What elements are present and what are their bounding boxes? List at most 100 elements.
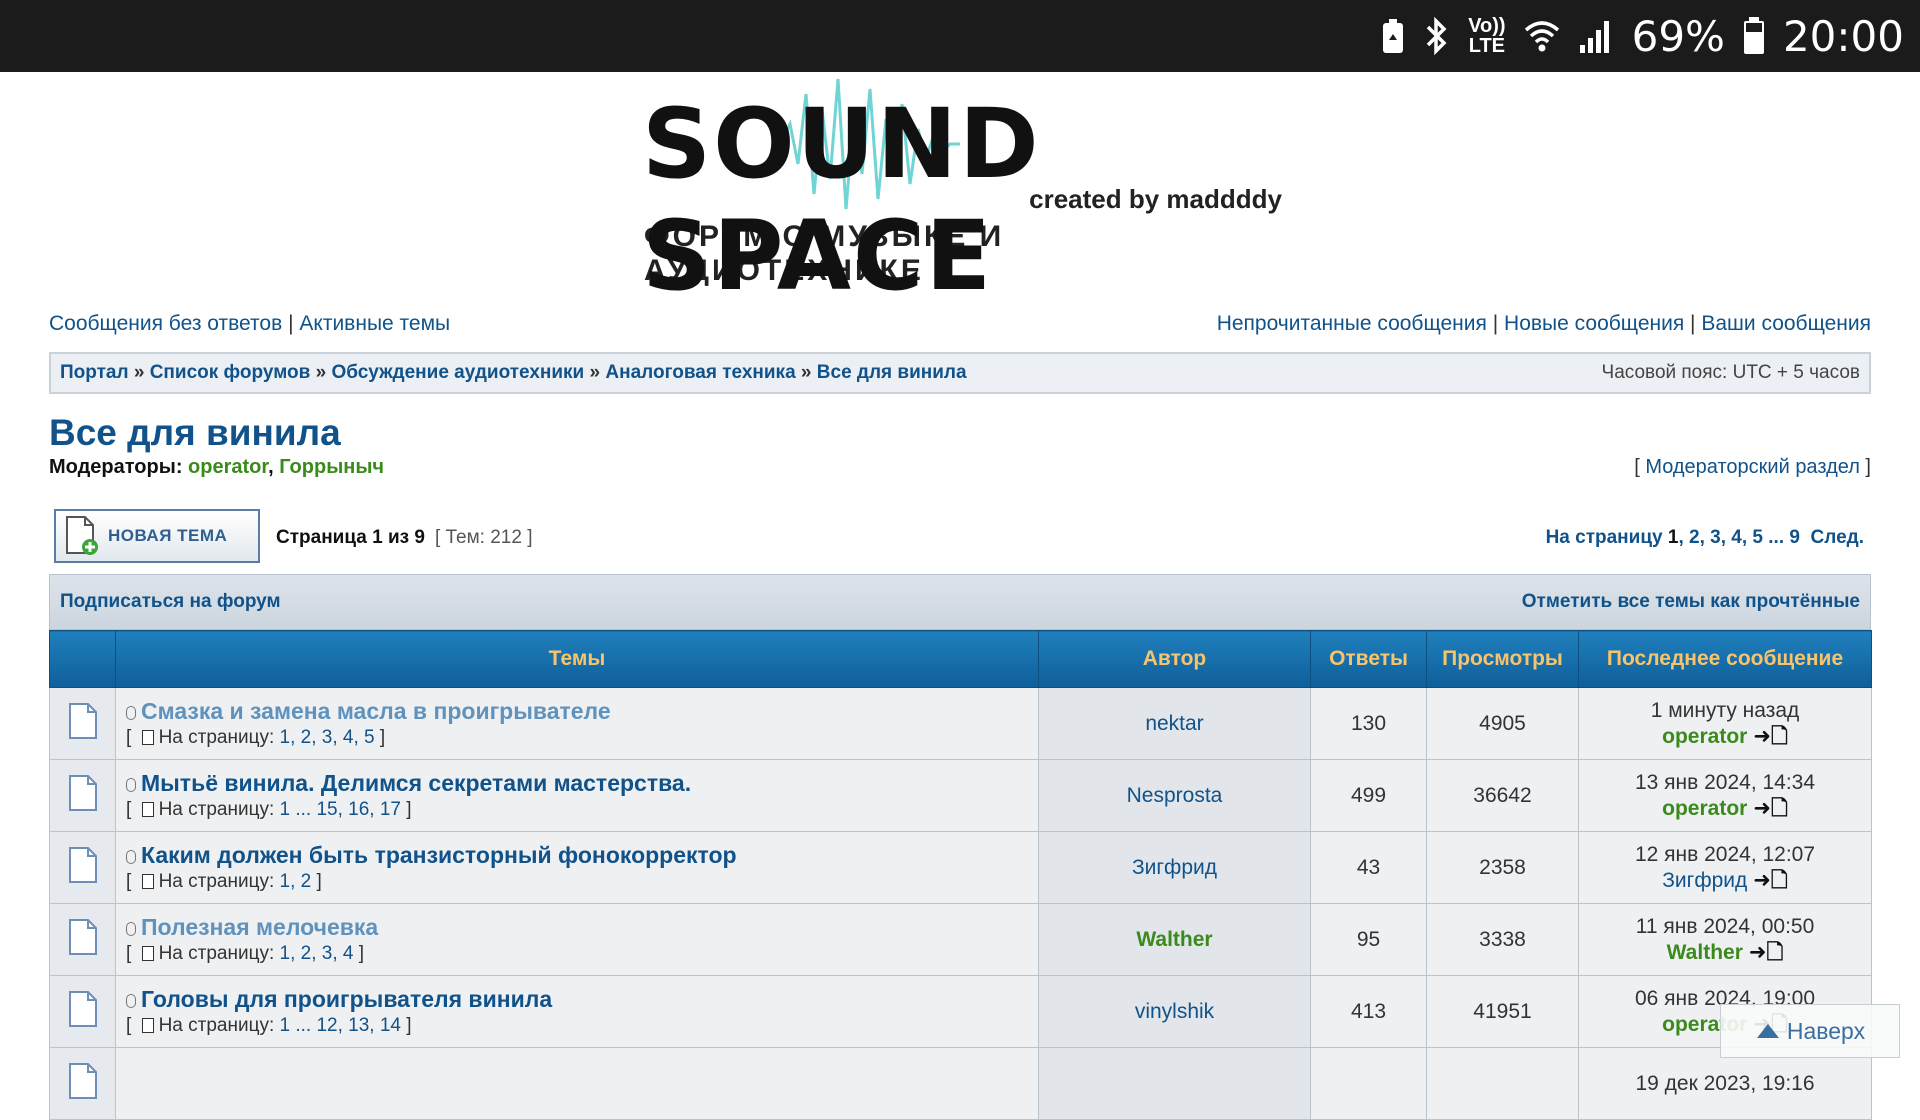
- table-row: Смазка и замена масла в проигрывателе [ Н…: [49, 687, 1872, 760]
- breadcrumb-analog[interactable]: Аналоговая техника: [605, 362, 795, 383]
- topic-pages: [ На страницу: 1, 2, 3, 4, 5 ]: [126, 727, 386, 748]
- last-post-cell: 1 минуту назад operator ➜🗋: [1578, 687, 1872, 760]
- topic-page-links[interactable]: 1, 2: [280, 871, 312, 892]
- your-posts-link[interactable]: Ваши сообщения: [1701, 312, 1871, 335]
- author-link[interactable]: nektar: [1145, 712, 1203, 735]
- topic-title-link[interactable]: Смазка и замена масла в проигрывателе: [141, 698, 611, 724]
- author-cell: Nesprosta: [1038, 759, 1311, 832]
- back-to-top-button[interactable]: Наверх: [1720, 1004, 1900, 1058]
- topic-title-link[interactable]: Головы для проигрывателя винила: [141, 986, 552, 1012]
- unanswered-posts-link[interactable]: Сообщения без ответов: [49, 312, 282, 335]
- views-cell: 2358: [1426, 831, 1579, 904]
- logo-subtitle: created by maddddy: [1029, 184, 1282, 214]
- timezone-label: Часовой пояс: UTC + 5 часов: [1601, 362, 1860, 383]
- topic-title-link[interactable]: Каким должен быть транзисторный фонокорр…: [141, 842, 737, 868]
- topic-status-cell: [49, 903, 116, 976]
- page-link-5[interactable]: 5: [1752, 527, 1763, 548]
- views-cell: [1426, 1047, 1579, 1120]
- moderator-section-link[interactable]: Модераторский раздел: [1645, 456, 1860, 478]
- topics-table: Темы Автор Ответы Просмотры Последнее со…: [49, 630, 1872, 1120]
- author-link[interactable]: Зигфрид: [1132, 856, 1217, 879]
- last-post-author[interactable]: Зигфрид: [1662, 869, 1747, 892]
- last-post-time: 12 янв 2024, 12:07: [1634, 842, 1816, 866]
- android-status-bar: Vo)) LTE 69% 20:00: [0, 0, 1920, 72]
- new-topic-button[interactable]: НОВАЯ ТЕМА: [54, 509, 260, 563]
- topic-pages: [ На страницу: 1 ... 12, 13, 14 ]: [126, 1015, 412, 1036]
- topic-cell: Мытьё винила. Делимся секретами мастерст…: [115, 759, 1039, 832]
- topic-page-links[interactable]: 1 ... 12, 13, 14: [280, 1015, 401, 1036]
- attachment-icon: [126, 778, 136, 792]
- breadcrumb-forum-list[interactable]: Список форумов: [150, 362, 311, 383]
- topic-title-link[interactable]: Мытьё винила. Делимся секретами мастерст…: [141, 770, 691, 796]
- breadcrumb-audio-discussion[interactable]: Обсуждение аудиотехники: [331, 362, 584, 383]
- topic-status-cell: [49, 687, 116, 760]
- replies-cell: [1310, 1047, 1427, 1120]
- header-replies: Ответы: [1310, 630, 1427, 688]
- page-title[interactable]: Все для винила: [49, 412, 341, 454]
- goto-last-post-icon[interactable]: ➜🗋: [1749, 940, 1783, 966]
- page-link-9[interactable]: 9: [1789, 527, 1800, 548]
- table-row: Полезная мелочевка [ На страницу: 1, 2, 3…: [49, 903, 1872, 976]
- topic-read-icon: [68, 1062, 97, 1099]
- last-post-cell: 13 янв 2024, 14:34 operator ➜🗋: [1578, 759, 1872, 832]
- last-post-author[interactable]: operator: [1662, 797, 1747, 820]
- topic-cell: Головы для проигрывателя винила [ На стра…: [115, 975, 1039, 1048]
- author-link[interactable]: Nesprosta: [1127, 784, 1223, 807]
- page-link-4[interactable]: 4: [1731, 527, 1742, 548]
- site-logo[interactable]: SOUND SPACE created by maddddy ФОРУМ О М…: [630, 74, 1290, 312]
- last-post-author[interactable]: operator: [1662, 725, 1747, 748]
- header-author: Автор: [1038, 630, 1311, 688]
- new-posts-link[interactable]: Новые сообщения: [1504, 312, 1684, 335]
- attachment-icon: [126, 922, 136, 936]
- topic-page-links[interactable]: 1, 2, 3, 4, 5: [280, 727, 375, 748]
- goto-last-post-icon[interactable]: ➜🗋: [1753, 868, 1787, 894]
- page-icon: [141, 1018, 154, 1033]
- new-topic-label: НОВАЯ ТЕМА: [108, 526, 228, 545]
- replies-cell: 499: [1310, 759, 1427, 832]
- breadcrumb-portal[interactable]: Портал: [60, 362, 129, 383]
- author-link[interactable]: vinylshik: [1135, 1000, 1214, 1023]
- replies-cell: 413: [1310, 975, 1427, 1048]
- moderator-gorrynych[interactable]: Горрыныч: [279, 456, 384, 478]
- views-cell: 41951: [1426, 975, 1579, 1048]
- battery-percent: 69%: [1631, 11, 1725, 61]
- clock: 20:00: [1782, 11, 1904, 61]
- new-document-icon: [66, 516, 98, 555]
- table-row: Головы для проигрывателя винила [ На стра…: [49, 975, 1872, 1048]
- topic-page-links[interactable]: 1, 2, 3, 4: [280, 943, 354, 964]
- topic-status-cell: [49, 1047, 116, 1120]
- topic-read-icon: [68, 990, 97, 1027]
- attachment-icon: [126, 850, 136, 864]
- subscribe-forum-link[interactable]: Подписаться на форум: [60, 591, 281, 613]
- topic-cell: Смазка и замена масла в проигрывателе [ Н…: [115, 687, 1039, 760]
- last-post-time: 19 дек 2023, 19:16: [1635, 1071, 1815, 1095]
- last-post-author[interactable]: Walther: [1667, 941, 1743, 964]
- quick-links-left: Сообщения без ответов | Активные темы: [49, 312, 451, 335]
- page-icon: [141, 802, 154, 817]
- mark-read-link[interactable]: Отметить все темы как прочтённые: [1522, 591, 1860, 613]
- quick-links-right: Непрочитанные сообщения | Новые сообщени…: [1216, 312, 1871, 335]
- topic-page-links[interactable]: 1 ... 15, 16, 17: [280, 799, 401, 820]
- topic-status-cell: [49, 975, 116, 1048]
- unread-posts-link[interactable]: Непрочитанные сообщения: [1217, 312, 1487, 335]
- goto-last-post-icon[interactable]: ➜🗋: [1753, 724, 1787, 750]
- moderators-line: Модераторы: operator, Горрыныч: [49, 456, 385, 478]
- last-post-time: 1 минуту назад: [1650, 698, 1800, 722]
- arrow-up-icon: [1756, 1024, 1779, 1038]
- author-cell: Walther: [1038, 903, 1311, 976]
- author-link[interactable]: Walther: [1136, 928, 1212, 951]
- attachment-icon: [126, 994, 136, 1008]
- moderator-operator[interactable]: operator: [188, 456, 268, 478]
- topic-title-link[interactable]: Полезная мелочевка: [141, 914, 378, 940]
- views-cell: 3338: [1426, 903, 1579, 976]
- header-last-post: Последнее сообщение: [1578, 630, 1872, 688]
- active-topics-link[interactable]: Активные темы: [299, 312, 450, 335]
- page-icon: [141, 874, 154, 889]
- next-page-link[interactable]: След.: [1811, 527, 1864, 548]
- breadcrumb-vinyl[interactable]: Все для винила: [817, 362, 967, 383]
- goto-last-post-icon[interactable]: ➜🗋: [1753, 796, 1787, 822]
- page-link-2[interactable]: 2: [1689, 527, 1700, 548]
- page-link-3[interactable]: 3: [1710, 527, 1721, 548]
- table-row: Каким должен быть транзисторный фонокорр…: [49, 831, 1872, 904]
- battery-saver-icon: [1380, 18, 1406, 54]
